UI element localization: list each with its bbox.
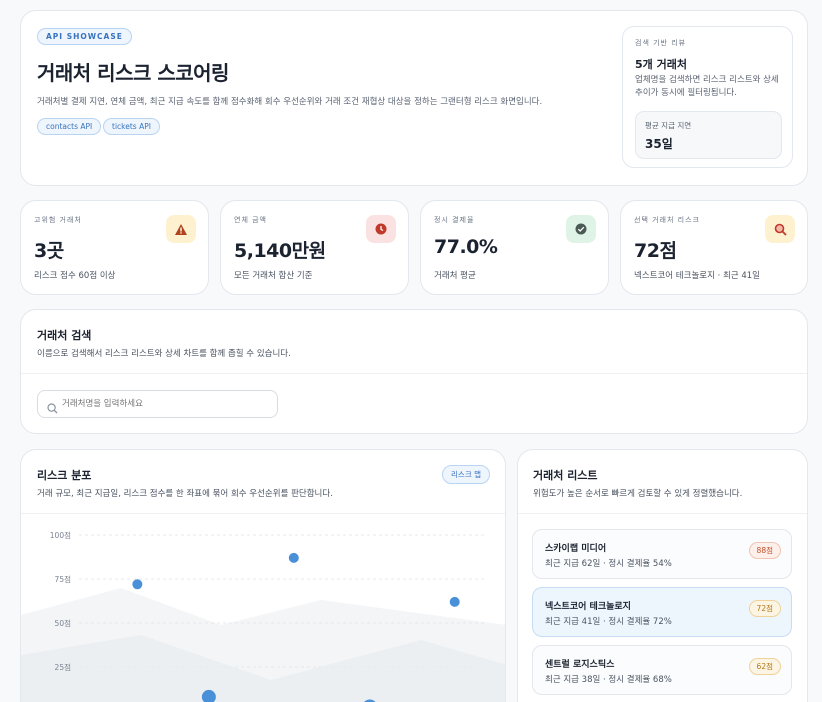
- list-item-name: 넥스트코어 테크놀로지: [545, 602, 631, 612]
- stat-value: 5,140만원: [234, 240, 326, 262]
- review-panel: 검색 기반 리뷰 5개 거래처 업체명을 검색하면 리스크 리스트와 상세 추이…: [622, 26, 793, 168]
- stat-label: 연체 금액: [234, 216, 267, 224]
- scatter-point: [132, 579, 143, 590]
- review-description: 업체명을 검색하면 리스크 리스트와 상세 추이가 동시에 필터링됩니다.: [635, 75, 779, 98]
- avg-delay-value: 35일: [645, 137, 673, 151]
- list-item-meta: 최근 지급 41일 · 정시 결제율 72%: [545, 617, 672, 627]
- scatter-point: [288, 552, 299, 563]
- search-description: 이름으로 검색해서 리스크 리스트와 상세 차트를 함께 좁힐 수 있습니다.: [37, 349, 291, 359]
- list-card: 거래처 리스트 위험도가 높은 순서로 빠르게 검토할 수 있게 정렬했습니다.…: [517, 449, 808, 702]
- stat-label: 정시 결제율: [434, 216, 475, 224]
- stat-note: 리스크 점수 60점 이상: [34, 271, 116, 281]
- y-tick-label: 100점: [50, 530, 71, 540]
- search-box[interactable]: [37, 390, 278, 418]
- score-badge: 88점: [748, 542, 781, 559]
- stat-card-overdue: 연체 금액 5,140만원 모든 거래처 합산 기준: [220, 200, 409, 295]
- stat-value: 3곳: [34, 240, 64, 262]
- stat-card-selected-risk: 선택 거래처 리스크 72점 넥스트코어 테크놀로지 · 최근 41일: [620, 200, 808, 295]
- page-description: 거래처별 결제 지연, 연체 금액, 최근 지급 속도를 함께 점수화해 회수 …: [37, 97, 543, 107]
- tag-tickets-api[interactable]: tickets API: [103, 118, 160, 135]
- stat-note: 모든 거래처 합산 기준: [234, 271, 313, 281]
- distribution-card: 리스크 분포 거래 규모, 최근 지급일, 리스크 점수를 한 좌표에 묶어 회…: [20, 449, 506, 702]
- review-label: 검색 기반 리뷰: [635, 39, 687, 47]
- warning-icon: [166, 215, 196, 243]
- stat-note: 넥스트코어 테크놀로지 · 최근 41일: [634, 271, 760, 281]
- check-icon: [566, 215, 596, 243]
- list-item[interactable]: 센트럴 로지스틱스 최근 지급 38일 · 정시 결제율 68% 62점: [532, 645, 792, 695]
- risk-scatter-chart: 100점 75점 50점 25점: [21, 530, 505, 702]
- stat-card-high-risk: 고위험 거래처 3곳 리스크 점수 60점 이상: [20, 200, 209, 295]
- stat-note: 거래처 평균: [434, 271, 476, 281]
- stat-value: 72점: [634, 240, 677, 262]
- search-card: 거래처 검색 이름으로 검색해서 리스크 리스트와 상세 차트를 함께 좁힐 수…: [20, 309, 808, 434]
- review-count: 5개 거래처: [635, 58, 687, 71]
- list-title: 거래처 리스트: [533, 469, 598, 482]
- list-description: 위험도가 높은 순서로 빠르게 검토할 수 있게 정렬했습니다.: [533, 489, 743, 499]
- clock-icon: [366, 215, 396, 243]
- score-badge: 62점: [748, 658, 781, 675]
- score-badge: 72점: [748, 600, 781, 617]
- stat-value: 77.0%: [434, 236, 498, 258]
- avg-delay-label: 평균 지급 지연: [645, 121, 692, 130]
- stat-card-ontime: 정시 결제율 77.0% 거래처 평균: [420, 200, 609, 295]
- scatter-point: [449, 596, 460, 607]
- search-title: 거래처 검색: [37, 329, 92, 342]
- list-item-name: 스카이랩 미디어: [545, 544, 607, 554]
- y-tick-label: 75점: [55, 574, 71, 584]
- stat-label: 선택 거래처 리스크: [634, 216, 700, 224]
- list-item-meta: 최근 지급 62일 · 정시 결제율 54%: [545, 559, 672, 569]
- list-item-name: 센트럴 로지스틱스: [545, 660, 615, 670]
- y-tick-label: 25점: [55, 662, 71, 672]
- tag-contacts-api[interactable]: contacts API: [37, 118, 102, 135]
- divider: [21, 373, 807, 374]
- page-title: 거래처 리스크 스코어링: [37, 61, 229, 85]
- avg-delay-box: 평균 지급 지연 35일: [635, 111, 782, 159]
- list-item[interactable]: 넥스트코어 테크놀로지 최근 지급 41일 · 정시 결제율 72% 72점: [532, 587, 792, 637]
- list-item[interactable]: 스카이랩 미디어 최근 지급 62일 · 정시 결제율 54% 88점: [532, 529, 792, 579]
- stat-label: 고위험 거래처: [34, 216, 82, 224]
- search-input[interactable]: [62, 396, 267, 412]
- search-icon: [765, 215, 795, 243]
- search-icon: [47, 399, 58, 418]
- divider: [518, 513, 807, 514]
- y-tick-label: 50점: [55, 618, 71, 628]
- hero-card: API SHOWCASE 거래처 리스크 스코어링 거래처별 결제 지연, 연체…: [20, 10, 808, 186]
- list-item-meta: 최근 지급 38일 · 정시 결제율 68%: [545, 675, 672, 685]
- api-showcase-badge: API SHOWCASE: [37, 28, 132, 45]
